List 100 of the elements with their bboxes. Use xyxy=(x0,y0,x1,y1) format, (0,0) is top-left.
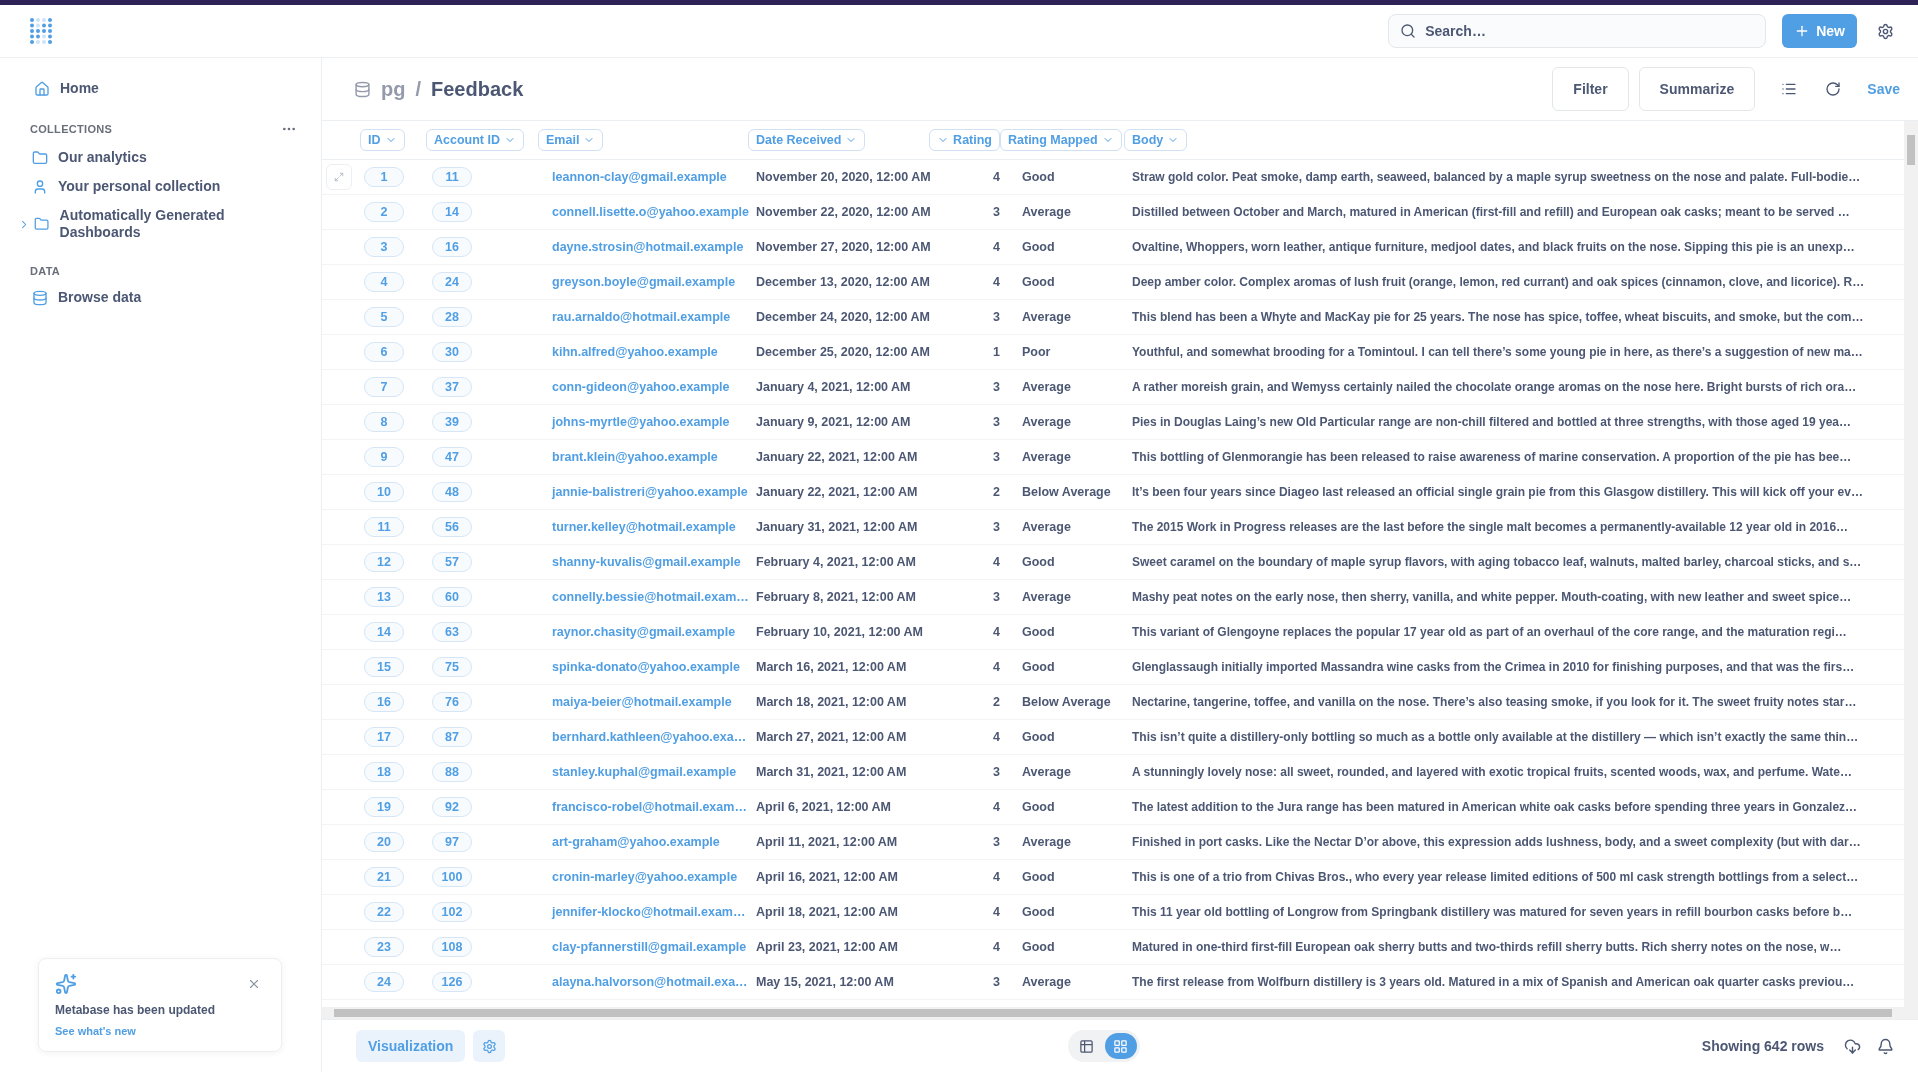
column-header[interactable]: Rating Mapped xyxy=(1000,129,1122,151)
email-link[interactable]: stanley.kuphal@gmail.example xyxy=(538,765,748,779)
row-id-link[interactable]: 21 xyxy=(364,867,404,887)
row-id-link[interactable]: 22 xyxy=(364,902,404,922)
account-id-link[interactable]: 88 xyxy=(432,762,472,782)
email-link[interactable]: jannie-balistreri@yahoo.example xyxy=(538,485,748,499)
row-id-link[interactable]: 4 xyxy=(364,272,404,292)
save-link[interactable]: Save xyxy=(1867,81,1900,97)
email-link[interactable]: alayna.halvorson@hotmail.exa… xyxy=(538,975,748,989)
email-link[interactable]: clay-pfannerstill@gmail.example xyxy=(538,940,748,954)
email-link[interactable]: leannon-clay@gmail.example xyxy=(538,170,748,184)
row-id-link[interactable]: 23 xyxy=(364,937,404,957)
account-id-link[interactable]: 63 xyxy=(432,622,472,642)
account-id-link[interactable]: 11 xyxy=(432,167,472,187)
search-field[interactable]: Search… xyxy=(1388,14,1767,48)
home-link[interactable]: Home xyxy=(18,74,297,103)
row-id-link[interactable]: 18 xyxy=(364,762,404,782)
row-id-link[interactable]: 6 xyxy=(364,342,404,362)
sidebar-item[interactable]: Browse data xyxy=(18,283,297,312)
column-header[interactable]: Body xyxy=(1124,129,1188,151)
row-id-link[interactable]: 7 xyxy=(364,377,404,397)
account-id-link[interactable]: 92 xyxy=(432,797,472,817)
account-id-link[interactable]: 37 xyxy=(432,377,472,397)
row-id-link[interactable]: 19 xyxy=(364,797,404,817)
column-header[interactable]: Date Received xyxy=(748,129,866,151)
notification-title: Metabase has been updated xyxy=(55,1003,217,1017)
account-id-link[interactable]: 87 xyxy=(432,727,472,747)
account-id-link[interactable]: 28 xyxy=(432,307,472,327)
table-cell-text: January 22, 2021, 12:00 AM xyxy=(755,485,918,499)
database-name[interactable]: pg xyxy=(381,77,406,101)
vertical-scrollbar[interactable] xyxy=(1904,121,1918,1019)
email-link[interactable]: maiya-beier@hotmail.example xyxy=(538,695,748,709)
account-id-link[interactable]: 16 xyxy=(432,237,472,257)
account-id-link[interactable]: 100 xyxy=(432,867,472,887)
email-link[interactable]: connelly.bessie@hotmail.exam… xyxy=(538,590,748,604)
email-link[interactable]: bernhard.kathleen@yahoo.exa… xyxy=(538,730,748,744)
account-id-link[interactable]: 76 xyxy=(432,692,472,712)
email-link[interactable]: turner.kelley@hotmail.example xyxy=(538,520,748,534)
row-id-link[interactable]: 5 xyxy=(364,307,404,327)
close-icon xyxy=(247,977,261,991)
row-id-link[interactable]: 17 xyxy=(364,727,404,747)
column-header[interactable]: Email xyxy=(538,129,604,151)
row-id-link[interactable]: 2 xyxy=(364,202,404,222)
account-id-link[interactable]: 56 xyxy=(432,517,472,537)
email-link[interactable]: shanny-kuvalis@gmail.example xyxy=(538,555,748,569)
toolbar-button[interactable]: Filter xyxy=(1552,67,1629,111)
new-button[interactable]: New xyxy=(1782,14,1857,48)
column-header[interactable]: ID xyxy=(360,129,405,151)
view-toggle-button[interactable] xyxy=(1104,1033,1137,1059)
row-id-link[interactable]: 9 xyxy=(364,447,404,467)
email-link[interactable]: cronin-marley@yahoo.example xyxy=(538,870,748,884)
email-link[interactable]: connell.lisette.o@yahoo.example xyxy=(538,205,748,219)
account-id-link[interactable]: 126 xyxy=(432,972,472,992)
row-id-link[interactable]: 1 xyxy=(364,167,404,187)
account-id-link[interactable]: 75 xyxy=(432,657,472,677)
account-id-link[interactable]: 97 xyxy=(432,832,472,852)
visualization-button[interactable]: Visualization xyxy=(356,1030,466,1062)
email-link[interactable]: conn-gideon@yahoo.example xyxy=(538,380,748,394)
email-link[interactable]: raynor.chasity@gmail.example xyxy=(538,625,748,639)
account-id-link[interactable]: 108 xyxy=(432,937,472,957)
table-cell-text: Youthful, and somewhat brooding for a Tomintoul. I can tell there’s some young pie in here, as there’s a suggestion of new ma… xyxy=(1131,345,1863,359)
account-id-link[interactable]: 39 xyxy=(432,412,472,432)
row-id-link[interactable]: 13 xyxy=(364,587,404,607)
email-link[interactable]: spinka-donato@yahoo.example xyxy=(538,660,748,674)
account-id-link[interactable]: 102 xyxy=(432,902,472,922)
account-id-link[interactable]: 57 xyxy=(432,552,472,572)
horizontal-scrollbar[interactable] xyxy=(322,1007,1904,1019)
account-id-link[interactable]: 60 xyxy=(432,587,472,607)
email-link[interactable]: greyson.boyle@gmail.example xyxy=(538,275,748,289)
row-id-link[interactable]: 20 xyxy=(364,832,404,852)
email-link[interactable]: brant.klein@yahoo.example xyxy=(538,450,748,464)
whats-new-link[interactable]: See what's new xyxy=(55,1025,265,1037)
row-id-link[interactable]: 14 xyxy=(364,622,404,642)
toolbar-button[interactable]: Summarize xyxy=(1638,67,1756,111)
logo-icon[interactable] xyxy=(28,17,54,45)
account-id-link[interactable]: 24 xyxy=(432,272,472,292)
row-id-link[interactable]: 11 xyxy=(364,517,404,537)
email-link[interactable]: rau.arnaldo@hotmail.example xyxy=(538,310,748,324)
account-id-link[interactable]: 14 xyxy=(432,202,472,222)
sidebar-item[interactable]: Your personal collection xyxy=(18,172,297,201)
email-link[interactable]: dayne.strosin@hotmail.example xyxy=(538,240,748,254)
account-id-link[interactable]: 48 xyxy=(432,482,472,502)
email-link[interactable]: art-graham@yahoo.example xyxy=(538,835,748,849)
email-link[interactable]: francisco-robel@hotmail.exam… xyxy=(538,800,748,814)
row-id-link[interactable]: 10 xyxy=(364,482,404,502)
account-id-link[interactable]: 47 xyxy=(432,447,472,467)
row-id-link[interactable]: 8 xyxy=(364,412,404,432)
email-link[interactable]: johns-myrtle@yahoo.example xyxy=(538,415,748,429)
row-id-link[interactable]: 24 xyxy=(364,972,404,992)
sidebar-item[interactable]: Our analytics xyxy=(18,143,297,172)
email-link[interactable]: jennifer-klocko@hotmail.exam… xyxy=(538,905,748,919)
row-id-link[interactable]: 16 xyxy=(364,692,404,712)
account-id-link[interactable]: 30 xyxy=(432,342,472,362)
column-header[interactable]: Rating xyxy=(929,129,1000,151)
email-link[interactable]: kihn.alfred@yahoo.example xyxy=(538,345,748,359)
column-header[interactable]: Account ID xyxy=(426,129,524,151)
row-id-link[interactable]: 3 xyxy=(364,237,404,257)
sidebar-item[interactable]: Automatically Generated Dashboards xyxy=(18,201,297,247)
row-id-link[interactable]: 15 xyxy=(364,657,404,677)
row-id-link[interactable]: 12 xyxy=(364,552,404,572)
